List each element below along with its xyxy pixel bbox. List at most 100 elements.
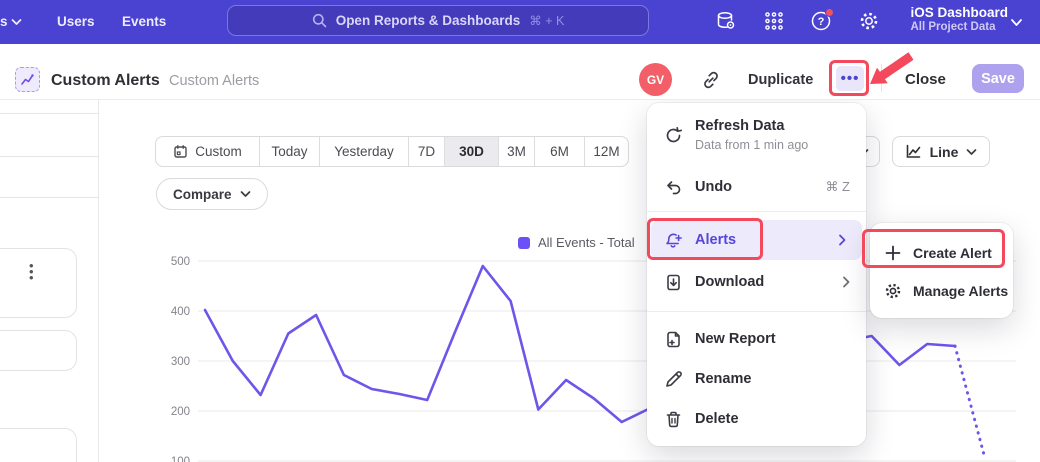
project-scope: All Project Data xyxy=(910,21,1008,33)
report-type-icon xyxy=(15,67,40,92)
menu-item-label: Delete xyxy=(695,411,739,427)
line-chart-icon xyxy=(905,143,922,160)
apps-grid-icon[interactable] xyxy=(763,10,785,32)
menu-item-sublabel: Data from 1 min ago xyxy=(695,138,808,152)
svg-text:?: ? xyxy=(818,16,825,28)
menu-item-alerts[interactable]: Alerts xyxy=(651,220,862,260)
compare-button[interactable]: Compare xyxy=(156,178,268,210)
chart-type-label: Line xyxy=(930,144,959,160)
copy-link-icon[interactable] xyxy=(700,69,722,91)
date-range-label: Today xyxy=(271,144,307,159)
keyboard-shortcut: ⌘ Z xyxy=(825,179,850,195)
legend-swatch xyxy=(518,237,530,249)
help-icon[interactable]: ? xyxy=(810,10,832,32)
chevron-down-icon xyxy=(11,18,22,26)
divider xyxy=(881,64,882,92)
submenu-item-label: Manage Alerts xyxy=(913,283,1008,299)
date-range-custom[interactable]: Custom xyxy=(156,137,259,166)
submenu-item-label: Create Alert xyxy=(913,245,992,261)
menu-item-rename[interactable]: Rename xyxy=(647,359,866,399)
date-range-label: 12M xyxy=(593,144,619,159)
date-range-30d[interactable]: 30D xyxy=(444,137,498,166)
left-sidebar: ••• xyxy=(0,100,99,462)
close-button[interactable]: Close xyxy=(905,71,946,88)
alerts-submenu: Create Alert Manage Alerts xyxy=(870,223,1013,318)
breadcrumb: Custom Alerts xyxy=(169,73,259,89)
app-window: 500400300200100 All Events - Total ••• s… xyxy=(0,0,1040,462)
data-management-icon[interactable] xyxy=(715,10,737,32)
notification-dot xyxy=(825,8,834,17)
report-header: Custom Alerts Custom Alerts GV Duplicate… xyxy=(0,44,1040,100)
pencil-icon xyxy=(664,370,683,389)
project-name: iOS Dashboard xyxy=(910,5,1008,20)
duplicate-button[interactable]: Duplicate xyxy=(748,72,813,88)
menu-item-label: New Report xyxy=(695,331,776,347)
menu-item-new-report[interactable]: New Report xyxy=(647,319,866,359)
date-range-label: Yesterday xyxy=(334,144,394,159)
nav-item-users[interactable]: Users xyxy=(57,14,95,29)
menu-item-delete[interactable]: Delete xyxy=(647,399,866,439)
avatar[interactable]: GV xyxy=(639,63,672,96)
date-range-yesterday[interactable]: Yesterday xyxy=(319,137,408,166)
page-title: Custom Alerts xyxy=(51,72,160,90)
refresh-icon xyxy=(664,126,683,145)
sidebar-divider xyxy=(0,156,99,157)
chevron-down-icon xyxy=(240,190,251,198)
date-range-6m[interactable]: 6M xyxy=(534,137,584,166)
menu-item-label: Alerts xyxy=(695,232,736,248)
submenu-item-manage-alerts[interactable]: Manage Alerts xyxy=(870,272,1013,310)
search-placeholder: Open Reports & Dashboards xyxy=(336,13,521,28)
kebab-menu-icon[interactable]: ••• xyxy=(29,263,34,281)
date-range-label: Custom xyxy=(195,144,242,159)
chart-type-button[interactable]: Line xyxy=(892,136,990,167)
date-range-7d[interactable]: 7D xyxy=(408,137,444,166)
menu-divider xyxy=(647,211,866,212)
y-axis-tick-label: 400 xyxy=(171,306,190,318)
date-range-3m[interactable]: 3M xyxy=(498,137,534,166)
sidebar-card[interactable]: ••• xyxy=(0,248,77,318)
plus-icon xyxy=(884,244,902,262)
chevron-down-icon xyxy=(1010,18,1023,27)
sidebar-card[interactable] xyxy=(0,330,77,371)
date-range-today[interactable]: Today xyxy=(259,137,319,166)
sidebar-divider xyxy=(0,113,99,114)
y-axis-tick-label: 200 xyxy=(171,406,190,418)
chevron-right-icon xyxy=(838,234,846,246)
menu-item-download[interactable]: Download xyxy=(647,262,866,302)
menu-item-label: Rename xyxy=(695,371,751,387)
save-button[interactable]: Save xyxy=(972,64,1024,93)
nav-item-events[interactable]: Events xyxy=(122,14,166,29)
menu-divider xyxy=(647,311,866,312)
menu-item-label: Download xyxy=(695,274,764,290)
date-range-label: 7D xyxy=(418,144,435,159)
download-icon xyxy=(664,273,683,292)
new-report-icon xyxy=(664,330,683,349)
menu-item-refresh-data[interactable]: Refresh Data Data from 1 min ago xyxy=(647,112,866,158)
trash-icon xyxy=(664,410,683,429)
gear-icon xyxy=(884,282,902,300)
search-input[interactable]: Open Reports & Dashboards ⌘ + K xyxy=(227,5,649,36)
submenu-item-create-alert[interactable]: Create Alert xyxy=(870,234,1013,272)
chevron-right-icon xyxy=(842,276,850,288)
nav-item-partial[interactable]: s xyxy=(0,14,8,29)
date-range-selector: Custom Today Yesterday 7D 30D 3M 6M 12M xyxy=(155,136,629,167)
gear-icon[interactable] xyxy=(858,10,880,32)
y-axis-tick-label: 100 xyxy=(171,456,190,462)
chart-legend: All Events - Total xyxy=(518,235,635,250)
project-switcher[interactable]: iOS Dashboard All Project Data xyxy=(910,5,1008,33)
menu-item-undo[interactable]: Undo ⌘ Z xyxy=(647,167,866,207)
search-icon xyxy=(312,13,327,28)
sidebar-divider xyxy=(0,197,99,198)
date-range-label: 6M xyxy=(550,144,569,159)
bell-plus-icon xyxy=(664,231,683,250)
date-range-label: 30D xyxy=(459,144,484,159)
chevron-down-icon xyxy=(966,148,977,156)
menu-item-label: Undo xyxy=(695,179,732,195)
y-axis-tick-label: 500 xyxy=(171,256,190,268)
sidebar-card[interactable] xyxy=(0,428,77,462)
calendar-icon xyxy=(173,144,188,159)
date-range-label: 3M xyxy=(507,144,526,159)
date-range-12m[interactable]: 12M xyxy=(584,137,628,166)
legend-label: All Events - Total xyxy=(538,235,635,250)
more-options-button[interactable]: ••• xyxy=(836,66,864,91)
